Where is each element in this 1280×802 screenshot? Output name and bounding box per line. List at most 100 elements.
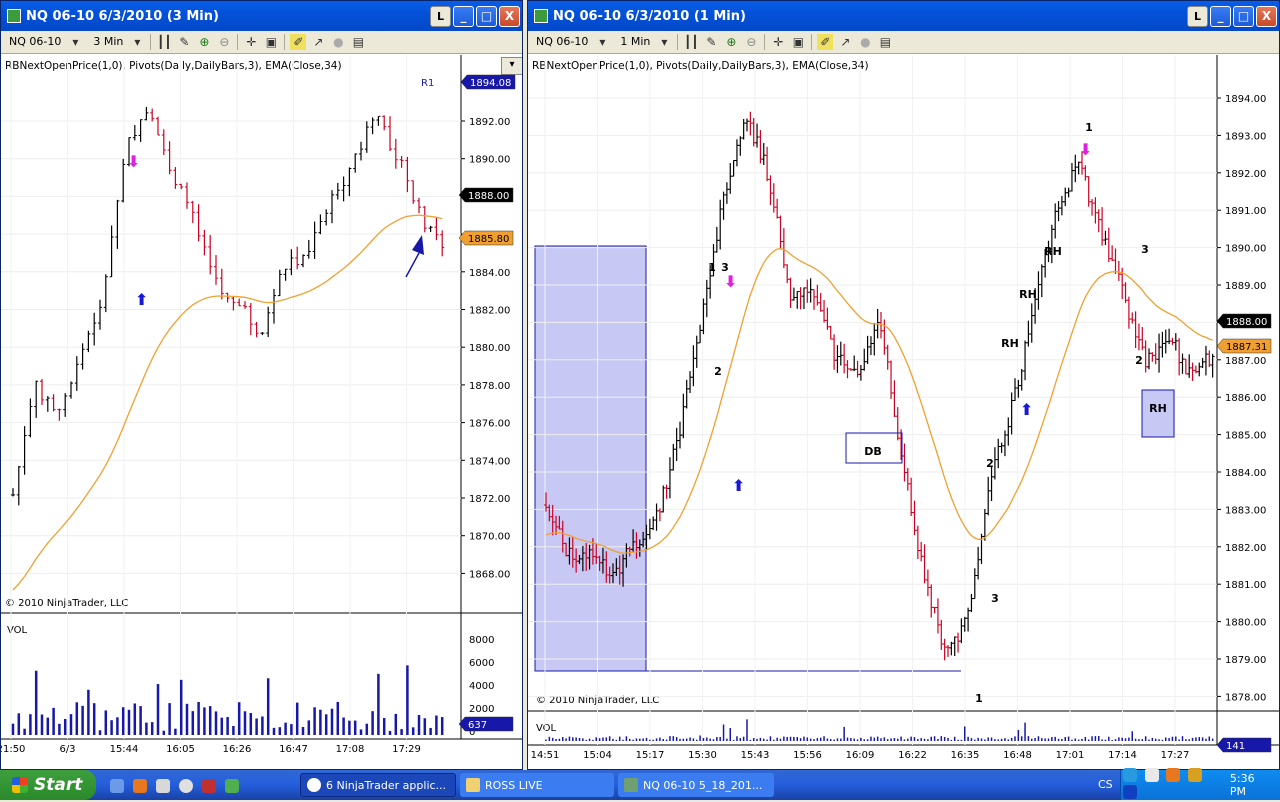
opening-range-box xyxy=(534,245,647,672)
zoom-in-icon[interactable]: ⊕ xyxy=(196,34,212,50)
time-tick-label: 15:17 xyxy=(636,750,665,761)
right-plot-area[interactable]: RBNextOpenPrice(1,0), Pivots(Daily,Daily… xyxy=(528,55,1279,769)
security-icon[interactable] xyxy=(1187,768,1202,782)
right-price-chart[interactable]: 1894.00 1893.00 1892.00 1891.00 1890.00 1889.… xyxy=(528,55,1279,769)
properties-icon[interactable]: ▣ xyxy=(790,34,806,50)
crosshair-icon[interactable]: ✛ xyxy=(770,34,786,50)
bluetooth-icon[interactable] xyxy=(1123,785,1137,799)
media-icon[interactable] xyxy=(179,779,194,793)
left-price-chart[interactable]: 1892.001890.001888.001886.001884.001882.… xyxy=(1,55,522,769)
link-button[interactable]: L xyxy=(430,5,451,27)
show-desktop-icon[interactable] xyxy=(110,779,124,793)
zoom-in-icon[interactable]: ⊕ xyxy=(723,34,739,50)
data-box-icon[interactable]: ▤ xyxy=(350,34,366,50)
strategies-icon[interactable]: ✐ xyxy=(290,34,307,50)
chart-annotation: RH xyxy=(1149,402,1167,415)
volume-tick-label: 6000 xyxy=(469,658,494,669)
bar-style-icon[interactable]: ┃┃ xyxy=(683,34,699,50)
down-arrow-icon: ⬇ xyxy=(127,152,140,171)
toolbar-separator xyxy=(237,34,239,50)
left-toolbar: NQ 06-10 ▾ 3 Min ▾ ┃┃ ✎ ⊕ ⊖ ✛ ▣ ✐ ↗ ● ▤ xyxy=(1,31,522,54)
network-icon[interactable] xyxy=(1123,768,1137,782)
price-tick-label: 1890.00 xyxy=(469,155,510,166)
chart-annotation: 3 xyxy=(991,592,999,605)
price-tick-label: 1878.00 xyxy=(469,381,510,392)
price-tick-label: 1880.00 xyxy=(1225,618,1266,629)
crosshair-icon[interactable]: ✛ xyxy=(243,34,259,50)
chart-annotation: 1 xyxy=(975,692,983,705)
link-button[interactable]: L xyxy=(1187,5,1208,27)
firefox-icon[interactable] xyxy=(1166,768,1180,782)
minimize-button[interactable]: _ xyxy=(453,5,474,27)
price-tick-label: 1874.00 xyxy=(469,456,510,467)
period-selector[interactable]: 1 Min xyxy=(616,34,654,50)
price-tick-label: 1882.00 xyxy=(1225,543,1266,554)
start-label: Start xyxy=(34,775,83,795)
left-chart-window[interactable]: NQ 06-10 6/3/2010 (3 Min) L _ □ X NQ 06-… xyxy=(0,0,523,770)
period-selector[interactable]: 3 Min xyxy=(89,34,127,50)
strategies-icon[interactable]: ✐ xyxy=(817,34,834,50)
time-tick-label: 6/3 xyxy=(59,744,75,755)
taskbar-item-nq-image[interactable]: NQ 06-10 5_18_201... xyxy=(618,773,774,797)
price-tick-label: 1879.00 xyxy=(1225,655,1266,666)
volume-last-label: 637 xyxy=(468,720,487,731)
firefox-icon[interactable] xyxy=(133,779,148,793)
calculator-icon[interactable] xyxy=(156,779,171,793)
price-tick-label: 1884.00 xyxy=(469,268,510,279)
taskbar: Start 6 NinjaTrader applic... ROSS LIVE … xyxy=(0,768,1280,800)
indicators-icon[interactable]: ↗ xyxy=(837,34,853,50)
ema-price-label: 1887.31 xyxy=(1226,342,1267,353)
drawing-pencil-icon[interactable]: ✎ xyxy=(703,34,719,50)
zoom-out-icon[interactable]: ⊖ xyxy=(743,34,759,50)
time-tick-label: 16:09 xyxy=(846,750,875,761)
chart-annotation: 3 xyxy=(721,261,729,274)
maximize-button[interactable]: □ xyxy=(476,5,497,27)
time-tick-label: 17:29 xyxy=(392,744,421,755)
price-tick-label: 1886.00 xyxy=(1225,393,1266,404)
drawing-pencil-icon[interactable]: ✎ xyxy=(176,34,192,50)
clock: 5:36 PM xyxy=(1229,772,1255,798)
chevron-down-icon[interactable]: ▾ xyxy=(129,34,145,50)
price-tick-label: 1882.00 xyxy=(469,306,510,317)
close-button[interactable]: X xyxy=(499,5,520,27)
annotation-arrow xyxy=(405,252,420,278)
chart-app-icon xyxy=(7,9,21,23)
language-indicator[interactable]: CS xyxy=(1098,778,1113,791)
close-button[interactable]: X xyxy=(1256,5,1277,27)
time-tick-label: 17:27 xyxy=(1161,750,1190,761)
right-titlebar[interactable]: NQ 06-10 6/3/2010 (1 Min) L _ □ X xyxy=(528,1,1279,31)
minimize-button[interactable]: _ xyxy=(1210,5,1231,27)
app-icon[interactable] xyxy=(225,779,240,793)
data-box-icon[interactable]: ▤ xyxy=(877,34,893,50)
instrument-selector[interactable]: NQ 06-10 xyxy=(5,34,65,50)
tool-icon[interactable] xyxy=(202,779,217,793)
indicators-icon[interactable]: ↗ xyxy=(310,34,326,50)
up-arrow-icon: ⬆ xyxy=(135,290,148,309)
left-titlebar[interactable]: NQ 06-10 6/3/2010 (3 Min) L _ □ X xyxy=(1,1,522,31)
toolbar-separator xyxy=(764,34,766,50)
left-plot-area[interactable]: RBNextOpenPrice(1,0), Pivots(Daily,Daily… xyxy=(1,55,522,769)
chart-trader-icon[interactable]: ● xyxy=(857,34,873,50)
quick-launch xyxy=(108,778,241,797)
toolbar-separator xyxy=(284,34,286,50)
chevron-down-icon[interactable]: ▾ xyxy=(67,34,83,50)
taskbar-item-ross-live[interactable]: ROSS LIVE xyxy=(460,773,614,797)
taskbar-item-ninjatrader[interactable]: 6 NinjaTrader applic... xyxy=(300,773,456,797)
price-tick-label: 1894.00 xyxy=(1225,94,1266,105)
bar-style-icon[interactable]: ┃┃ xyxy=(156,34,172,50)
chevron-down-icon[interactable]: ▾ xyxy=(594,34,610,50)
right-chart-window[interactable]: NQ 06-10 6/3/2010 (1 Min) L _ □ X NQ 06-… xyxy=(527,0,1280,770)
folder-icon xyxy=(466,778,480,792)
last-price-label: 1888.00 xyxy=(1226,317,1267,328)
zoom-out-icon[interactable]: ⊖ xyxy=(216,34,232,50)
time-tick-label: 17:01 xyxy=(1056,750,1085,761)
price-tick-label: 1891.00 xyxy=(1225,206,1266,217)
time-tick-label: 15:04 xyxy=(583,750,612,761)
chevron-down-icon[interactable]: ▾ xyxy=(656,34,672,50)
start-button[interactable]: Start xyxy=(0,770,96,800)
chart-trader-icon[interactable]: ● xyxy=(330,34,346,50)
properties-icon[interactable]: ▣ xyxy=(263,34,279,50)
volume-icon[interactable] xyxy=(1144,768,1159,782)
instrument-selector[interactable]: NQ 06-10 xyxy=(532,34,592,50)
maximize-button[interactable]: □ xyxy=(1233,5,1254,27)
